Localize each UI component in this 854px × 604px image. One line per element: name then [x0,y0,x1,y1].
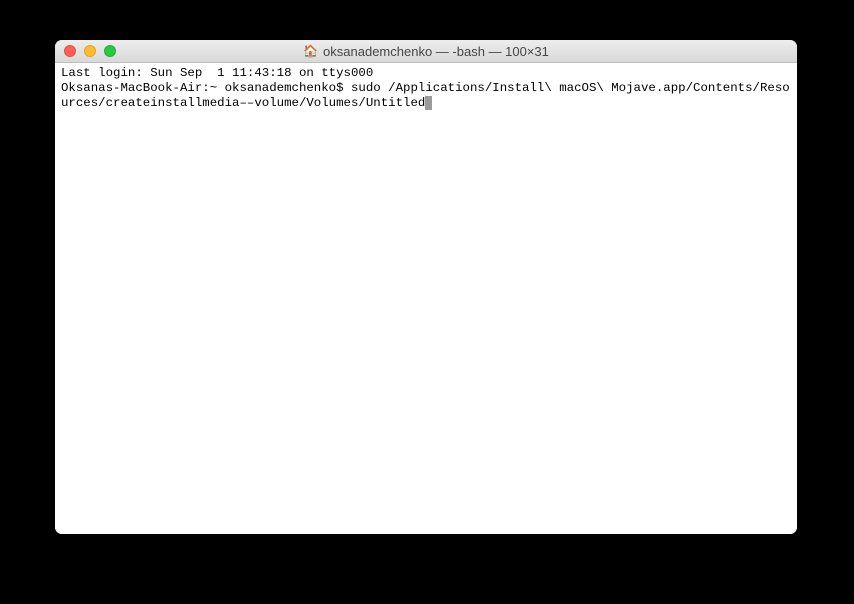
minimize-button[interactable] [84,45,96,57]
zoom-button[interactable] [104,45,116,57]
titlebar[interactable]: 🏠 oksanademchenko — -bash — 100×31 [55,40,797,63]
close-button[interactable] [64,45,76,57]
cursor [425,96,432,110]
terminal-body[interactable]: Last login: Sun Sep 1 11:43:18 on ttys00… [55,63,797,534]
window-title-text: oksanademchenko — -bash — 100×31 [323,44,549,59]
last-login-line: Last login: Sun Sep 1 11:43:18 on ttys00… [61,66,373,80]
prompt-text: Oksanas-MacBook-Air:~ oksanademchenko$ [61,81,351,95]
home-icon: 🏠 [303,45,318,57]
window-title: 🏠 oksanademchenko — -bash — 100×31 [303,44,549,59]
traffic-lights [64,45,116,57]
terminal-window: 🏠 oksanademchenko — -bash — 100×31 Last … [55,40,797,534]
